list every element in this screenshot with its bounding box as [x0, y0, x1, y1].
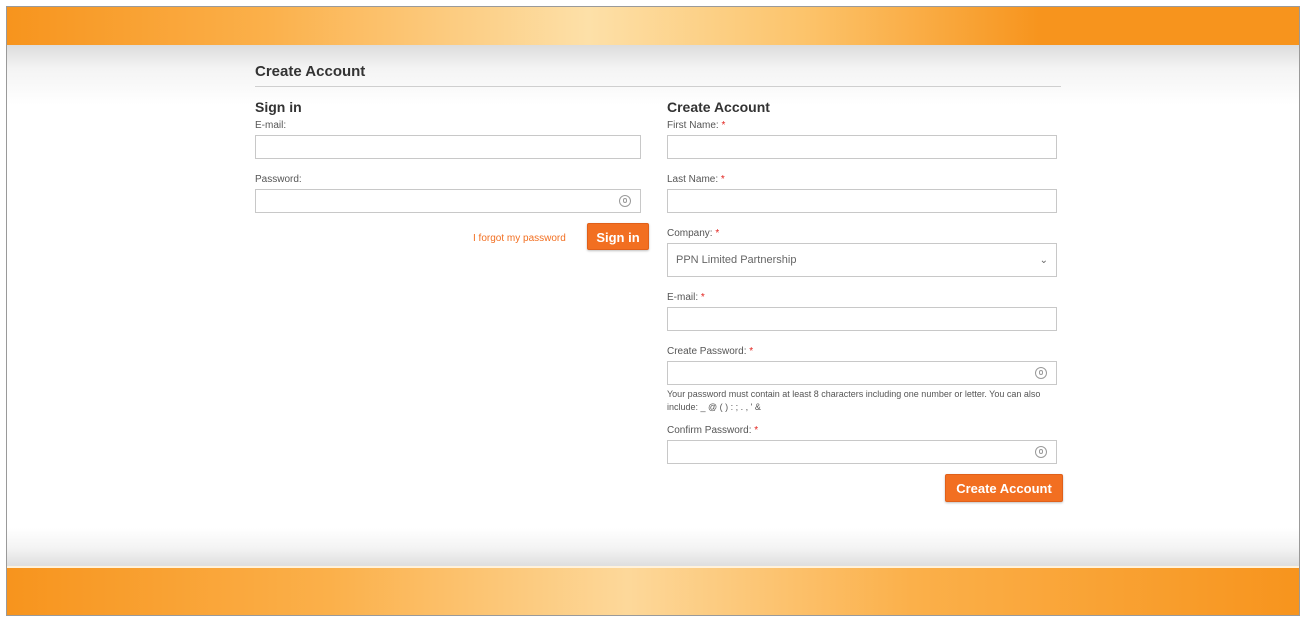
required-marker: *: [749, 346, 754, 357]
create-account-actions: Create Account: [667, 474, 1063, 508]
signin-password-input[interactable]: [256, 190, 640, 212]
forgot-password-link[interactable]: I forgot my password: [473, 233, 566, 244]
last-name-label: Last Name: *: [667, 174, 725, 185]
company-label: Company: *: [667, 228, 720, 239]
footer-banner: [7, 566, 1299, 615]
signin-heading: Sign in: [255, 99, 302, 115]
browser-viewport: Create Account Sign in E-mail: Password:…: [6, 6, 1300, 616]
page-title: Create Account: [255, 63, 366, 80]
required-marker: *: [721, 120, 726, 131]
create-email-label: E-mail: *: [667, 292, 705, 303]
signin-button[interactable]: Sign in: [587, 223, 649, 250]
password-hint: Your password must contain at least 8 ch…: [667, 389, 1041, 412]
create-account-section: Create Account First Name: * Last Name: …: [667, 97, 1063, 508]
title-divider: [255, 86, 1061, 87]
signin-password-field-wrapper: [255, 189, 641, 213]
first-name-input[interactable]: [668, 136, 1056, 158]
create-email-input[interactable]: [668, 308, 1056, 330]
chevron-down-icon: ⌄: [1039, 255, 1048, 266]
confirm-password-label: Confirm Password: *: [667, 425, 759, 436]
create-account-page: Create Account Sign in E-mail: Password:…: [255, 59, 1063, 519]
create-password-field-wrapper: [667, 361, 1057, 385]
company-select[interactable]: PPN Limited Partnership ⌄: [667, 243, 1057, 277]
required-marker: *: [715, 228, 720, 239]
last-name-input[interactable]: [668, 190, 1056, 212]
header-banner: [7, 7, 1299, 45]
last-name-field-wrapper: [667, 189, 1057, 213]
first-name-field-wrapper: [667, 135, 1057, 159]
confirm-password-input[interactable]: [668, 441, 1056, 463]
signin-section: Sign in E-mail: Password: I forgot my pa…: [255, 97, 649, 257]
create-password-input[interactable]: [668, 362, 1056, 384]
create-account-heading: Create Account: [667, 99, 770, 115]
password-visibility-icon[interactable]: [1035, 446, 1047, 458]
signin-email-label: E-mail:: [255, 120, 287, 131]
required-marker: *: [700, 292, 705, 303]
footer-shade: [7, 528, 1299, 568]
company-selected-value: PPN Limited Partnership: [676, 254, 797, 266]
create-account-button[interactable]: Create Account: [945, 474, 1063, 502]
create-password-label: Create Password: *: [667, 346, 754, 357]
create-email-field-wrapper: [667, 307, 1057, 331]
password-visibility-icon[interactable]: [1035, 367, 1047, 379]
first-name-label: First Name: *: [667, 120, 726, 131]
signin-actions: I forgot my password Sign in: [255, 223, 649, 257]
required-marker: *: [754, 425, 759, 436]
signin-email-field-wrapper: [255, 135, 641, 159]
required-marker: *: [720, 174, 725, 185]
confirm-password-field-wrapper: [667, 440, 1057, 464]
signin-email-input[interactable]: [256, 136, 640, 158]
signin-password-label: Password:: [255, 174, 302, 185]
password-visibility-icon[interactable]: [619, 195, 631, 207]
